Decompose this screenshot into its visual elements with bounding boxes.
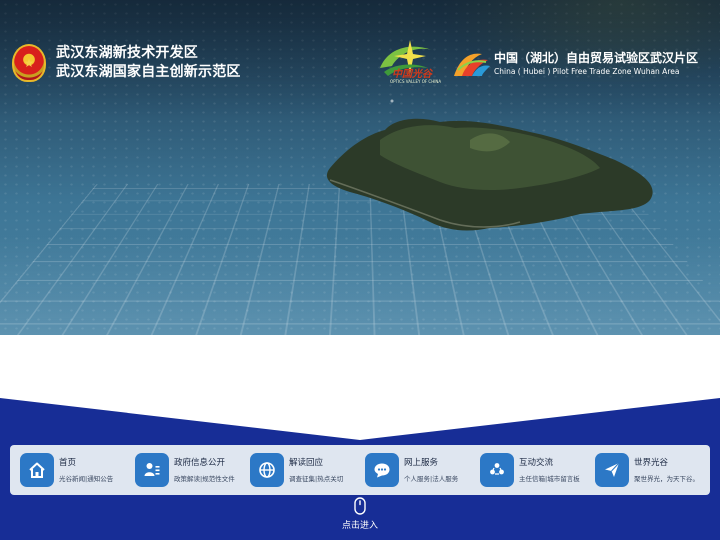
site-header-left: ★ 武汉东湖新技术开发区 武汉东湖国家自主创新示范区 (12, 44, 241, 82)
mouse-icon (354, 497, 366, 515)
site-header-right: 中国光谷 OPTICS VALLEY OF CHINA 中国（湖北）自由贸易试验… (370, 36, 698, 92)
free-trade-zone-logo-icon (454, 53, 490, 76)
org-title-line1: 武汉东湖新技术开发区 (56, 45, 198, 61)
document-user-icon (135, 453, 169, 487)
nav-item-interaction[interactable]: 互动交流 主任信箱|城市留言板 (470, 445, 585, 495)
send-icon (595, 453, 629, 487)
nav-item-home[interactable]: 首页 光谷新闻|通知公告 (10, 445, 125, 495)
nav-item-subtitle: 光谷新闻|通知公告 (59, 474, 114, 483)
nav-item-subtitle: 调查征集|热点关切 (289, 474, 344, 483)
nav-item-title: 解读回应 (289, 457, 324, 468)
nav-item-subtitle: 个人服务|法人服务 (404, 474, 459, 483)
nav-bar: 首页 光谷新闻|通知公告 政府信息公开 政策解读|规范性文件 解读回应 调查征集… (10, 445, 710, 495)
nav-item-subtitle: 政策解读|规范性文件 (174, 474, 235, 483)
nav-item-title: 互动交流 (519, 457, 554, 468)
nav-item-title: 网上服务 (404, 457, 439, 468)
home-icon (20, 453, 54, 487)
nav-item-subtitle: 主任信箱|城市留言板 (519, 474, 580, 483)
nav-item-subtitle: 聚世界光，为天下谷。 (634, 474, 699, 483)
nav-item-gov-info[interactable]: 政府信息公开 政策解读|规范性文件 (125, 445, 240, 495)
org-title-line2: 武汉东湖国家自主创新示范区 (56, 64, 241, 80)
optics-valley-logo-subtext: OPTICS VALLEY OF CHINA (390, 79, 442, 84)
globe-icon (250, 453, 284, 487)
enter-label: 点击进入 (341, 521, 378, 531)
enter-button[interactable]: 点击进入 (330, 497, 390, 531)
nav-item-interpretation[interactable]: 解读回应 调查征集|热点关切 (240, 445, 355, 495)
nav-item-world-optics-valley[interactable]: 世界光谷 聚世界光，为天下谷。 (585, 445, 700, 495)
ftz-title: 中国（湖北）自由贸易试验区武汉片区 (494, 51, 699, 65)
national-emblem-icon: ★ (12, 44, 46, 82)
ftz-subtitle: China ( Hubei ) Pilot Free Trade Zone Wu… (494, 67, 680, 76)
nav-item-title: 政府信息公开 (174, 457, 226, 468)
optics-valley-logo-text: 中国光谷 (392, 69, 432, 80)
nav-item-title: 世界光谷 (634, 457, 669, 468)
people-icon (480, 453, 514, 487)
chat-icon (365, 453, 399, 487)
nav-item-online-services[interactable]: 网上服务 个人服务|法人服务 (355, 445, 470, 495)
optics-valley-logo[interactable]: 中国光谷 OPTICS VALLEY OF CHINA (370, 36, 448, 92)
nav-item-title: 首页 (59, 457, 77, 468)
